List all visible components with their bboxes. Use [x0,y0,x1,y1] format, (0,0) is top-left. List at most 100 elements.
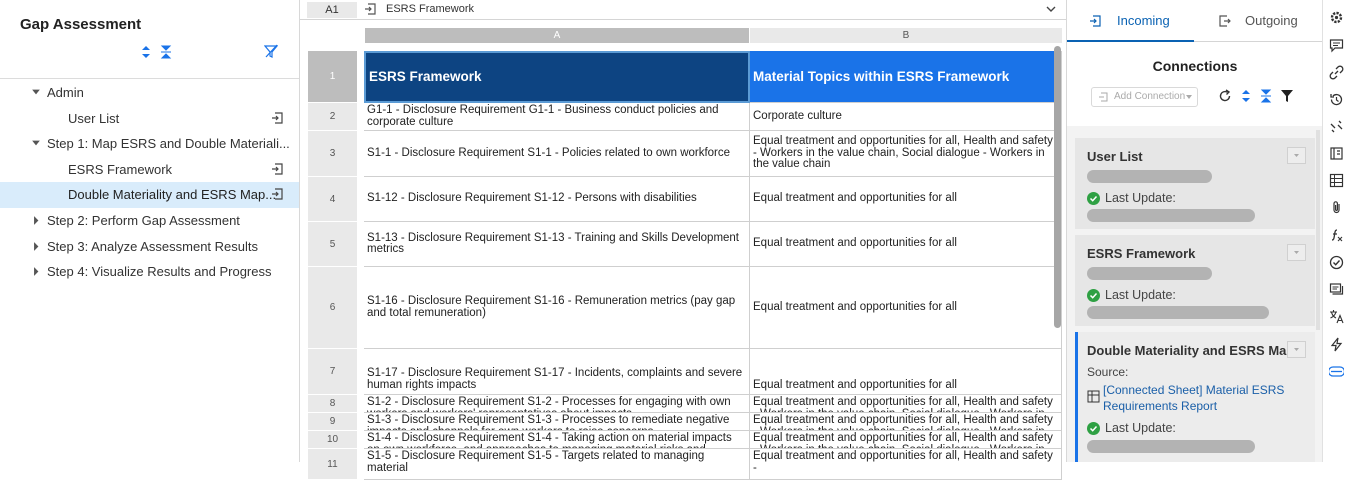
column-header-a[interactable]: A [365,28,749,43]
cell-b5[interactable]: Equal treatment and opportunities for al… [750,222,1062,267]
tree-item[interactable]: ESRS Framework [0,157,299,183]
filter-icon[interactable] [1280,89,1294,103]
tree-group[interactable]: Admin [0,80,299,106]
connection-card-title: User List [1087,149,1143,164]
row-header[interactable]: 4 [308,177,357,222]
cell-a4[interactable]: S1-12 - Disclosure Requirement S1-12 - P… [364,177,750,222]
cell-b6[interactable]: Equal treatment and opportunities for al… [750,267,1062,349]
book-icon[interactable] [1329,146,1344,161]
cell-text: Equal treatment and opportunities for al… [753,450,1053,474]
add-connection-icon [1099,92,1108,102]
cell-a7[interactable]: S1-17 - Disclosure Requirement S1-17 - I… [364,349,750,395]
row-header[interactable]: 10 [308,431,357,449]
tree-group[interactable]: Step 3: Analyze Assessment Results [0,234,299,260]
connections-icon[interactable] [1329,364,1344,379]
column-header-b[interactable]: B [750,28,1062,43]
row-header[interactable]: 5 [308,222,357,267]
cell-reference[interactable]: A1 [307,2,357,18]
translate-icon[interactable] [1329,309,1344,324]
check-circle-icon[interactable] [1329,255,1344,270]
cell-b9[interactable]: Equal treatment and opportunities for al… [750,413,1062,431]
panel-scrollbar[interactable] [1316,130,1320,330]
caret-down-icon[interactable] [30,80,42,105]
collapse-all-icon[interactable] [160,44,172,60]
cell-a9[interactable]: S1-3 - Disclosure Requirement S1-3 - Pro… [364,413,750,431]
cell-text: S1-12 - Disclosure Requirement S1-12 - P… [367,192,697,205]
connection-card-esrs-framework[interactable]: ESRS Framework Last Update: [1075,235,1315,326]
row-header[interactable]: 9 [308,413,357,431]
settings-icon[interactable] [1329,10,1344,25]
tree-item[interactable]: User List [0,106,299,132]
tree-label: Step 4: Visualize Results and Progress [47,264,272,280]
cell-a6[interactable]: S1-16 - Disclosure Requirement S1-16 - R… [364,267,750,349]
import-icon[interactable] [271,111,283,124]
expand-all-icon[interactable] [1240,88,1252,104]
card-menu-button[interactable] [1287,341,1306,358]
cell-a11[interactable]: S1-5 - Disclosure Requirement S1-5 - Tar… [364,449,750,480]
tree-label: Step 3: Analyze Assessment Results [47,238,258,254]
table-icon[interactable] [1329,173,1344,188]
cell-a10[interactable]: S1-4 - Disclosure Requirement S1-4 - Tak… [364,431,750,449]
cell-a8[interactable]: S1-2 - Disclosure Requirement S1-2 - Pro… [364,395,750,413]
caret-right-icon[interactable] [30,234,42,259]
export-icon [1219,15,1231,27]
row-header[interactable]: 2 [308,103,357,131]
expand-all-icon[interactable] [140,44,152,60]
function-icon[interactable] [1329,228,1344,243]
link-icon[interactable] [1329,65,1344,80]
cell-b4[interactable]: Equal treatment and opportunities for al… [750,177,1062,222]
row-header[interactable]: 6 [308,267,357,349]
add-connection-button[interactable]: Add Connection [1091,87,1198,107]
card-menu-button[interactable] [1287,244,1306,261]
row-header[interactable]: 11 [308,449,357,480]
cell-a3[interactable]: S1-1 - Disclosure Requirement S1-1 - Pol… [364,131,750,177]
lightning-icon[interactable] [1329,337,1344,352]
connection-card-user-list[interactable]: User List Last Update: [1075,138,1315,229]
tree-group[interactable]: Step 2: Perform Gap Assessment [0,208,299,234]
collapse-all-icon[interactable] [1260,88,1272,104]
connection-card-double-materiality[interactable]: Double Materiality and ESRS Mapp Source:… [1075,332,1315,462]
cell-text: S1-4 - Disclosure Requirement S1-4 - Tak… [367,432,732,448]
cell-a1[interactable]: ESRS Framework [364,51,750,103]
placeholder-bar [1087,209,1255,222]
caret-right-icon[interactable] [30,259,42,284]
row-header[interactable]: 1 [308,51,357,103]
chevron-down-icon[interactable] [1046,4,1056,14]
stack-icon[interactable] [1329,282,1344,297]
history-icon[interactable] [1329,92,1344,107]
tree-item[interactable]: Double Materiality and ESRS Map... [0,182,299,208]
unlink-icon[interactable] [1329,119,1344,134]
import-icon[interactable] [271,188,283,200]
tree-label: User List [68,110,120,126]
cell-b7[interactable]: Equal treatment and opportunities for al… [750,349,1062,395]
import-icon[interactable] [271,163,283,175]
cell-a2[interactable]: G1-1 - Disclosure Requirement G1-1 - Bus… [364,103,750,131]
tree-group[interactable]: Step 4: Visualize Results and Progress [0,259,299,285]
vertical-scrollbar[interactable] [1054,46,1061,328]
clear-filter-icon[interactable] [264,44,278,58]
row-header[interactable]: 8 [308,395,357,413]
last-update-label: Last Update: [1105,191,1176,205]
tab-incoming[interactable]: Incoming [1067,0,1194,42]
attachment-icon[interactable] [1329,200,1344,215]
cell-b3[interactable]: Equal treatment and opportunities for al… [750,131,1062,177]
cell-b1[interactable]: Material Topics within ESRS Framework [750,51,1062,103]
row-header[interactable]: 7 [308,349,357,395]
sheet-icon [1087,390,1100,403]
tree-group[interactable]: Step 1: Map ESRS and Double Materiali... [0,131,299,157]
chevron-down-icon [1294,154,1299,157]
cell-b2[interactable]: Corporate culture [750,103,1062,131]
comment-icon[interactable] [1329,38,1344,53]
caret-right-icon[interactable] [30,208,42,233]
cell-b8[interactable]: Equal treatment and opportunities for al… [750,395,1062,413]
card-menu-button[interactable] [1287,147,1306,164]
last-update-label: Last Update: [1105,288,1176,302]
formula-value[interactable]: ESRS Framework [386,3,474,15]
cell-b10[interactable]: Equal treatment and opportunities for al… [750,431,1062,449]
caret-down-icon[interactable] [30,131,42,156]
row-header[interactable]: 3 [308,131,357,177]
cell-b11[interactable]: Equal treatment and opportunities for al… [750,449,1062,480]
refresh-icon[interactable] [1218,89,1232,103]
cell-a5[interactable]: S1-13 - Disclosure Requirement S1-13 - T… [364,222,750,267]
tab-outgoing[interactable]: Outgoing [1195,0,1323,42]
